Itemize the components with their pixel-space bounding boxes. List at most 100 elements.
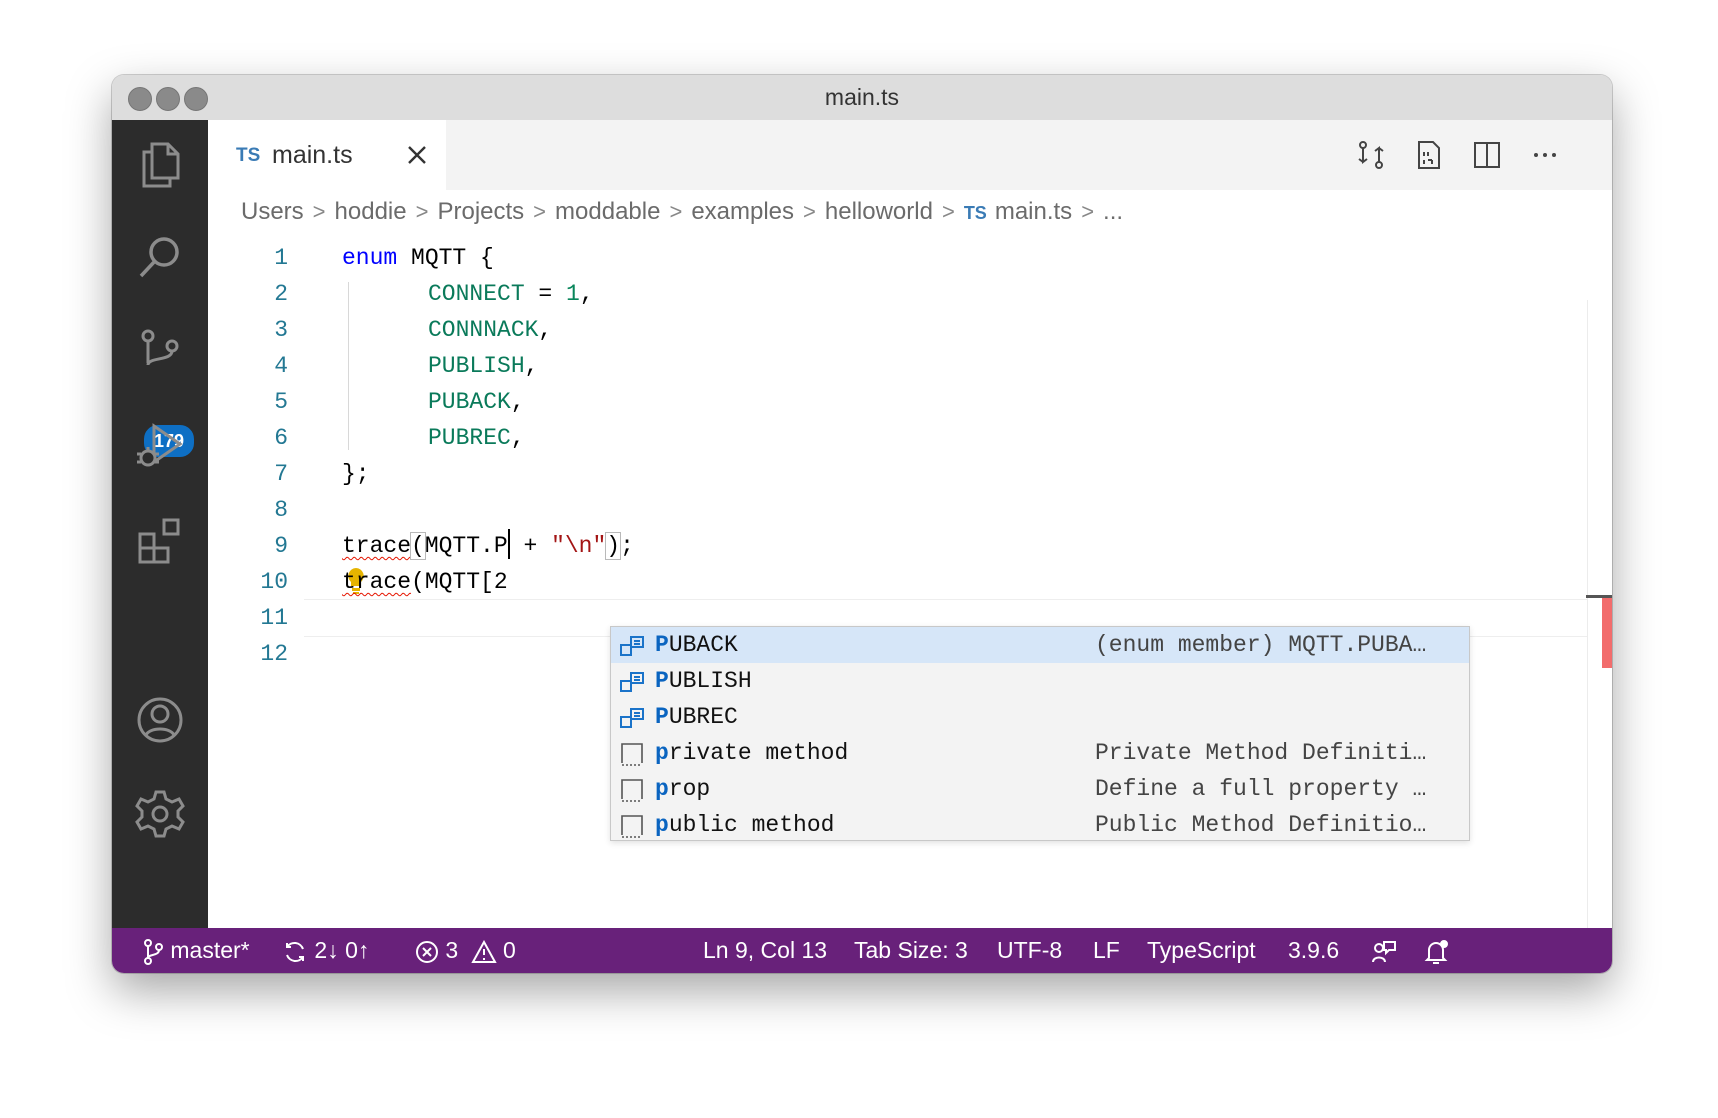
open-preview-icon[interactable]	[1412, 138, 1446, 172]
search-icon[interactable]	[132, 230, 188, 286]
code-text: +	[509, 533, 552, 559]
breadcrumb-more[interactable]: ...	[1103, 198, 1123, 226]
suggestion-label: rivate method	[668, 740, 849, 766]
code-text: ,	[538, 317, 553, 343]
code-line-3: CONNNACK,	[428, 312, 552, 348]
line-number: 6	[274, 425, 288, 451]
encoding[interactable]: UTF-8	[997, 928, 1062, 973]
code-line-1: enum MQTT {	[342, 240, 494, 276]
activity-bar: 179	[112, 120, 208, 928]
error-icon	[416, 940, 438, 963]
open-changes-icon[interactable]	[1354, 138, 1388, 172]
match-highlight: p	[655, 740, 669, 766]
window-title: main.ts	[824, 84, 900, 110]
breadcrumb-item[interactable]: Users	[241, 198, 304, 226]
match-highlight: p	[655, 812, 669, 838]
line-number: 3	[274, 317, 288, 343]
files-icon[interactable]	[132, 136, 188, 192]
code-line-2: CONNECT = 1,	[428, 276, 594, 312]
branch-name: master*	[170, 937, 250, 963]
typescript-file-icon: TS	[963, 203, 987, 223]
enum-member: PUBLISH	[428, 353, 525, 379]
enum-member-icon	[619, 705, 645, 731]
snippet-icon	[619, 777, 645, 803]
more-actions-icon[interactable]	[1528, 138, 1562, 172]
chevron-right-icon: >	[941, 199, 955, 224]
split-editor-icon[interactable]	[1470, 138, 1504, 172]
end-of-line[interactable]: LF	[1093, 928, 1120, 973]
problems-status[interactable]: 3 0	[415, 928, 516, 973]
code-line-9: trace(MQTT.P + "\n");	[342, 528, 634, 564]
line-number: 12	[260, 641, 288, 667]
code-text: MQTT.P	[424, 533, 508, 559]
match-highlight: P	[655, 704, 669, 730]
line-number: 8	[274, 497, 288, 523]
suggestion-detail: Public Method Definitio…	[1095, 812, 1427, 838]
status-bar: master* 2↓ 0↑ 3 0 Ln 9, Col 13 Tab Size:…	[112, 928, 1612, 973]
suggestion-detail: (enum member) MQTT.PUBA…	[1095, 632, 1427, 658]
breadcrumb-item[interactable]: hoddie	[335, 198, 407, 226]
editor-actions	[1354, 138, 1584, 172]
snippet-icon	[619, 813, 645, 839]
breadcrumb-item[interactable]: Projects	[437, 198, 524, 226]
breadcrumb-file[interactable]: main.ts	[995, 198, 1072, 226]
tab-size[interactable]: Tab Size: 3	[854, 928, 968, 973]
account-icon[interactable]	[132, 692, 188, 748]
chevron-right-icon: >	[803, 199, 816, 224]
branch-status[interactable]: master*	[142, 928, 250, 973]
suggestion-item[interactable]: private method Private Method Definiti…	[611, 735, 1469, 771]
feedback-icon[interactable]	[1370, 928, 1398, 973]
line-number: 2	[274, 281, 288, 307]
source-control-icon[interactable]	[132, 324, 188, 380]
code-text: =	[524, 281, 567, 307]
breadcrumb: Users > hoddie > Projects > moddable > examples >…	[208, 190, 1612, 240]
line-number: 4	[274, 353, 288, 379]
suggestion-item[interactable]: PUBACK (enum member) MQTT.PUBA…	[611, 627, 1469, 663]
tab-main-ts[interactable]: TS main.ts	[208, 120, 446, 190]
gear-icon[interactable]	[132, 786, 188, 842]
suggestion-item[interactable]: PUBREC	[611, 699, 1469, 735]
warning-count: 0	[502, 937, 516, 963]
code-text: ,	[510, 389, 525, 415]
language-mode[interactable]: TypeScript	[1147, 928, 1256, 973]
line-number: 10	[260, 569, 288, 595]
vertical-scrollbar[interactable]	[1587, 300, 1588, 928]
run-debug-icon[interactable]	[132, 418, 188, 474]
code-text: MQTT {	[397, 245, 494, 271]
extensions-icon[interactable]	[132, 512, 188, 568]
breadcrumb-item[interactable]: moddable	[555, 198, 660, 226]
line-number: 1	[274, 245, 288, 271]
breadcrumb-item[interactable]: examples	[691, 198, 794, 226]
suggestion-detail: Define a full property …	[1095, 776, 1427, 802]
function-name: trace	[342, 533, 412, 559]
typescript-file-icon: TS	[236, 145, 261, 166]
bracket: )	[605, 532, 622, 560]
suggestion-item[interactable]: PUBLISH	[611, 663, 1469, 699]
cursor-position[interactable]: Ln 9, Col 13	[703, 928, 827, 973]
suggestion-item[interactable]: prop Define a full property …	[611, 771, 1469, 807]
code-text: ,	[524, 353, 539, 379]
line-number: 5	[274, 389, 288, 415]
sync-status[interactable]: 2↓ 0↑	[282, 928, 369, 973]
breadcrumb-item[interactable]: helloworld	[825, 198, 933, 226]
chevron-right-icon: >	[533, 199, 547, 224]
suggestion-item[interactable]: public method Public Method Definitio…	[611, 807, 1469, 843]
typescript-version[interactable]: 3.9.6	[1288, 928, 1339, 973]
match-highlight: P	[655, 632, 669, 658]
line-number: 9	[274, 533, 288, 559]
code-text: };	[342, 461, 370, 487]
chevron-right-icon: >	[669, 199, 683, 224]
suggestion-label: rop	[668, 776, 711, 802]
sync-counts: 2↓ 0↑	[314, 937, 370, 963]
chevron-right-icon: >	[415, 199, 429, 224]
notifications-icon[interactable]	[1422, 928, 1450, 973]
close-icon[interactable]	[404, 142, 430, 168]
indent-guide	[348, 282, 349, 450]
code-editor[interactable]: 1 2 3 4 5 6 7 8 9 10 11 12 enum MQTT { C…	[208, 240, 1612, 928]
git-branch-icon	[144, 938, 163, 965]
enum-member-icon	[619, 669, 645, 695]
keyword: enum	[342, 245, 398, 271]
error-count: 3	[445, 937, 459, 963]
enum-member: CONNECT	[428, 281, 525, 307]
code-text: (MQTT[2	[411, 569, 508, 595]
